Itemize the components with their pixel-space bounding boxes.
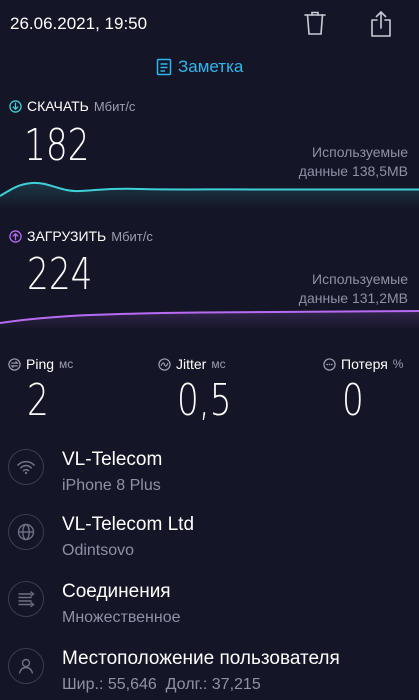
- loss-value: 0: [342, 375, 364, 426]
- loss-unit: %: [392, 357, 404, 371]
- ping-unit: мс: [59, 357, 74, 371]
- note-icon: [156, 58, 172, 76]
- jitter-unit: мс: [211, 357, 226, 371]
- download-label-row: СКАЧАТЬ Мбит/с: [9, 98, 135, 114]
- upload-arrow-icon: [9, 229, 22, 243]
- download-arrow-icon: [9, 99, 22, 113]
- connections-title: Соединения: [62, 581, 171, 602]
- note-label: Заметка: [178, 57, 244, 76]
- ping-value: 2: [27, 375, 49, 426]
- connections-info-row[interactable]: Соединения Множественное: [8, 581, 181, 629]
- location-info-row[interactable]: Местоположение пользователя Шир.: 55,646…: [8, 648, 340, 696]
- packet-loss-icon: [323, 357, 336, 371]
- location-coordinates: Шир.: 55,646 Долг.: 37,215: [62, 676, 261, 693]
- jitter-label: Jitter: [176, 356, 207, 372]
- loss-label: Потеря: [341, 356, 388, 372]
- jitter-icon: [158, 357, 171, 371]
- download-speed-graph: [0, 181, 419, 210]
- trash-icon[interactable]: [303, 10, 327, 36]
- note-button[interactable]: Заметка: [156, 57, 243, 77]
- upload-used-line1: Используемые: [312, 271, 408, 287]
- upload-label-row: ЗАГРУЗИТЬ Мбит/с: [9, 228, 153, 244]
- upload-label: ЗАГРУЗИТЬ: [27, 228, 107, 244]
- test-datetime: 26.06.2021, 19:50: [10, 14, 148, 33]
- jitter-label-row: Jitter мс: [158, 356, 226, 372]
- download-value: 182: [24, 120, 90, 171]
- share-icon[interactable]: [369, 10, 393, 38]
- download-used-line1: Используемые: [312, 144, 408, 160]
- connections-mode: Множественное: [62, 609, 181, 626]
- globe-icon: [8, 514, 44, 550]
- wifi-icon: [8, 449, 44, 485]
- location-title: Местоположение пользователя: [62, 648, 340, 669]
- server-provider: VL-Telecom Ltd: [62, 514, 195, 535]
- upload-speed-graph: [0, 310, 419, 330]
- upload-value: 224: [27, 249, 93, 300]
- connections-icon: [8, 581, 44, 617]
- ping-label-row: Ping мс: [8, 356, 73, 372]
- network-info-row[interactable]: VL-Telecom iPhone 8 Plus: [8, 449, 162, 497]
- server-city: Odintsovo: [62, 542, 135, 559]
- upload-unit: Мбит/с: [111, 228, 153, 244]
- network-name: VL-Telecom: [62, 449, 163, 470]
- download-label: СКАЧАТЬ: [27, 98, 89, 114]
- ping-icon: [8, 357, 21, 371]
- device-name: iPhone 8 Plus: [62, 477, 161, 494]
- server-info-row[interactable]: VL-Telecom Ltd Odintsovo: [8, 514, 194, 562]
- jitter-value: 0,5: [177, 375, 232, 426]
- ping-label: Ping: [26, 356, 55, 372]
- loss-label-row: Потеря %: [323, 356, 403, 372]
- user-icon: [8, 648, 44, 684]
- download-unit: Мбит/с: [93, 98, 136, 114]
